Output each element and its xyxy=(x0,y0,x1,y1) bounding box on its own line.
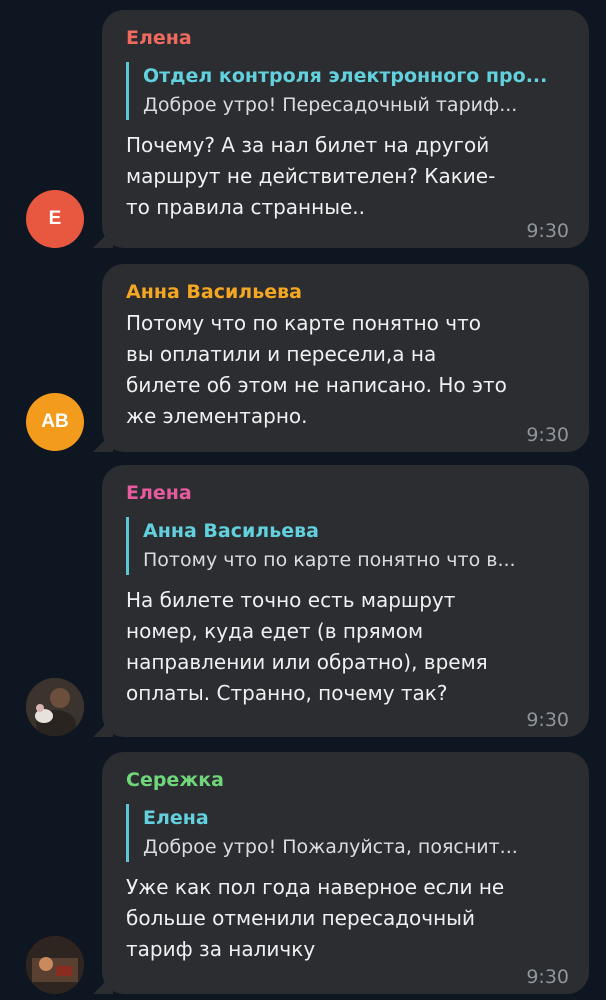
reply-author: Елена xyxy=(143,807,209,829)
message-bubble[interactable]: Сережка Елена Доброе утро! Пожалуйста, п… xyxy=(102,752,589,994)
user-photo-icon xyxy=(26,936,84,994)
message-text: Уже как пол года наверное если не больше… xyxy=(126,875,505,961)
reply-author: Отдел контроля электронного про... xyxy=(143,65,548,87)
message-text: Потому что по карте понятно что вы оплат… xyxy=(126,311,507,428)
reply-text: Доброе утро! Пересадочный тариф... xyxy=(143,94,518,116)
avatar[interactable]: АВ xyxy=(26,393,84,451)
message-bubble[interactable]: Анна Васильева Потому что по карте понят… xyxy=(102,264,589,452)
sender-name[interactable]: Сережка xyxy=(126,766,569,794)
message-bubble[interactable]: Елена Анна Васильева Потому что по карте… xyxy=(102,465,589,737)
sender-name[interactable]: Елена xyxy=(126,479,569,507)
reply-quote[interactable]: Отдел контроля электронного про... Добро… xyxy=(126,62,569,120)
message-time: 9:30 xyxy=(526,220,569,242)
message-time: 9:30 xyxy=(526,966,569,988)
user-photo-avatar[interactable] xyxy=(26,936,84,994)
avatar-initials: АВ xyxy=(41,411,69,432)
reply-text: Потому что по карте понятно что в... xyxy=(143,549,516,571)
reply-text: Доброе утро! Пожалуйста, пояснит... xyxy=(143,836,518,858)
avatar-initials: Е xyxy=(48,208,62,229)
avatar[interactable]: Е xyxy=(26,190,84,248)
reply-author: Анна Васильева xyxy=(143,520,319,542)
message-text: На билете точно есть маршрут номер, куда… xyxy=(126,588,488,705)
user-photo-avatar[interactable] xyxy=(26,678,84,736)
reply-quote[interactable]: Анна Васильева Потому что по карте понят… xyxy=(126,517,569,575)
sender-name[interactable]: Анна Васильева xyxy=(126,278,569,306)
message-time: 9:30 xyxy=(526,424,569,446)
sender-name[interactable]: Елена xyxy=(126,24,569,52)
message-bubble[interactable]: Елена Отдел контроля электронного про...… xyxy=(102,10,589,248)
reply-quote[interactable]: Елена Доброе утро! Пожалуйста, пояснит..… xyxy=(126,804,569,862)
message-text: Почему? А за нал билет на другой маршрут… xyxy=(126,133,496,219)
message-time: 9:30 xyxy=(526,709,569,731)
user-photo-icon xyxy=(26,678,84,736)
